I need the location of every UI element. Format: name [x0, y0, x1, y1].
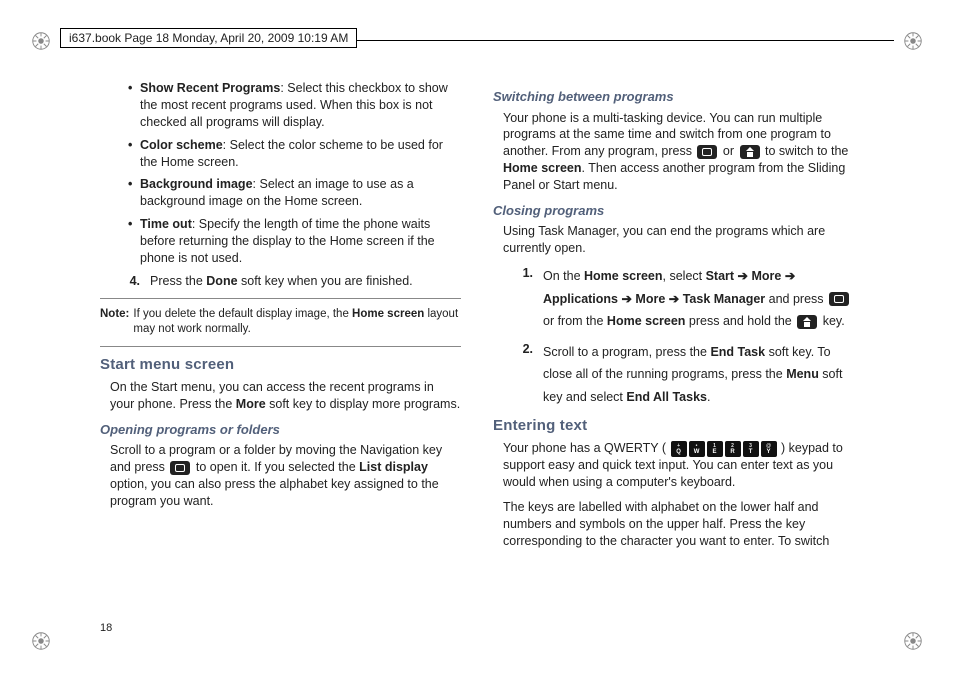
- step-number: 4.: [112, 273, 150, 290]
- t: soft key to display more programs.: [266, 397, 461, 411]
- t: key.: [819, 314, 844, 328]
- home-key-icon: [797, 315, 817, 329]
- heading-closing: Closing programs: [493, 202, 854, 220]
- t: and press: [765, 292, 827, 306]
- qwerty-key-icon: +Q: [671, 441, 687, 457]
- bullet-text: Background image: Select an image to use…: [140, 176, 461, 210]
- divider: [100, 346, 461, 347]
- bullet-text: Show Recent Programs: Select this checkb…: [140, 80, 461, 131]
- bullet-dot: •: [128, 216, 140, 267]
- home-key-icon: [740, 145, 760, 159]
- qwerty-key-icon: •W: [689, 441, 705, 457]
- t: Done: [206, 274, 237, 288]
- t: or from the: [543, 314, 607, 328]
- step-4: 4. Press the Done soft key when you are …: [112, 273, 461, 290]
- page-body: •Show Recent Programs: Select this check…: [100, 80, 854, 622]
- close-intro: Using Task Manager, you can end the prog…: [503, 223, 854, 257]
- enter-p1: Your phone has a QWERTY ( +Q•W1E2R3T@Y )…: [503, 440, 854, 491]
- open-para: Scroll to a program or a folder by movin…: [110, 442, 461, 510]
- heading-entering-text: Entering text: [493, 416, 854, 436]
- t: Home screen: [607, 314, 686, 328]
- corner-ornament-br: [902, 630, 924, 652]
- bullet-item: •Time out: Specify the length of time th…: [128, 216, 461, 267]
- corner-ornament-tr: [902, 30, 924, 52]
- t: More: [236, 397, 266, 411]
- qwerty-key-icon: @Y: [761, 441, 777, 457]
- t: press and hold the: [685, 314, 795, 328]
- bullet-item: •Background image: Select an image to us…: [128, 176, 461, 210]
- bullet-dot: •: [128, 137, 140, 171]
- enter-p2: The keys are labelled with alphabet on t…: [503, 499, 854, 550]
- step-number: 2.: [505, 341, 543, 409]
- center-key-icon: [170, 461, 190, 475]
- t: End All Tasks: [626, 390, 707, 404]
- t: Home screen: [503, 161, 582, 175]
- qwerty-key-icon: 2R: [725, 441, 741, 457]
- t: Scroll to a program, press the: [543, 345, 710, 359]
- close-step-1: 1. On the Home screen, select Start ➔ Mo…: [505, 265, 854, 333]
- bullet-dot: •: [128, 80, 140, 131]
- heading-start-menu: Start menu screen: [100, 355, 461, 375]
- bullet-dot: •: [128, 176, 140, 210]
- t: , select: [663, 269, 706, 283]
- t: .: [707, 390, 710, 404]
- bullet-item: •Color scheme: Select the color scheme t…: [128, 137, 461, 171]
- heading-opening-programs: Opening programs or folders: [100, 421, 461, 439]
- t: On the: [543, 269, 584, 283]
- note-body: If you delete the default display image,…: [133, 307, 461, 338]
- step-number: 1.: [505, 265, 543, 333]
- left-column: •Show Recent Programs: Select this check…: [100, 80, 461, 622]
- page-number: 18: [100, 622, 112, 634]
- t: If you delete the default display image,…: [133, 308, 352, 320]
- note-label: Note:: [100, 307, 133, 338]
- bullet-text: Time out: Specify the length of time the…: [140, 216, 461, 267]
- t: or: [719, 144, 737, 158]
- t: Press the: [150, 274, 206, 288]
- t: to open it. If you selected the: [192, 460, 359, 474]
- start-menu-para: On the Start menu, you can access the re…: [110, 379, 461, 413]
- center-key-icon: [697, 145, 717, 159]
- t: option, you can also press the alphabet …: [110, 477, 439, 508]
- t: Home screen: [584, 269, 663, 283]
- t: Menu: [786, 367, 819, 381]
- switch-para: Your phone is a multi-tasking device. Yo…: [503, 110, 854, 194]
- qwerty-key-icons: +Q•W1E2R3T@Y: [670, 441, 778, 455]
- t: soft key when you are finished.: [238, 274, 413, 288]
- step-text: Press the Done soft key when you are fin…: [150, 273, 413, 290]
- t: List display: [359, 460, 428, 474]
- bullet-item: •Show Recent Programs: Select this check…: [128, 80, 461, 131]
- t: End Task: [710, 345, 765, 359]
- qwerty-key-icon: 1E: [707, 441, 723, 457]
- close-step-2: 2. Scroll to a program, press the End Ta…: [505, 341, 854, 409]
- center-key-icon: [829, 292, 849, 306]
- divider: [100, 298, 461, 299]
- step-text: Scroll to a program, press the End Task …: [543, 341, 854, 409]
- print-header: i637.book Page 18 Monday, April 20, 2009…: [60, 28, 357, 48]
- heading-switching: Switching between programs: [493, 88, 854, 106]
- t: to switch to the: [762, 144, 849, 158]
- qwerty-key-icon: 3T: [743, 441, 759, 457]
- step-text: On the Home screen, select Start ➔ More …: [543, 265, 854, 333]
- t: Home screen: [352, 308, 424, 320]
- right-column: Switching between programs Your phone is…: [493, 80, 854, 622]
- bullet-text: Color scheme: Select the color scheme to…: [140, 137, 461, 171]
- t: Your phone has a QWERTY (: [503, 441, 670, 455]
- corner-ornament-bl: [30, 630, 52, 652]
- note: Note: If you delete the default display …: [100, 307, 461, 338]
- corner-ornament-tl: [30, 30, 52, 52]
